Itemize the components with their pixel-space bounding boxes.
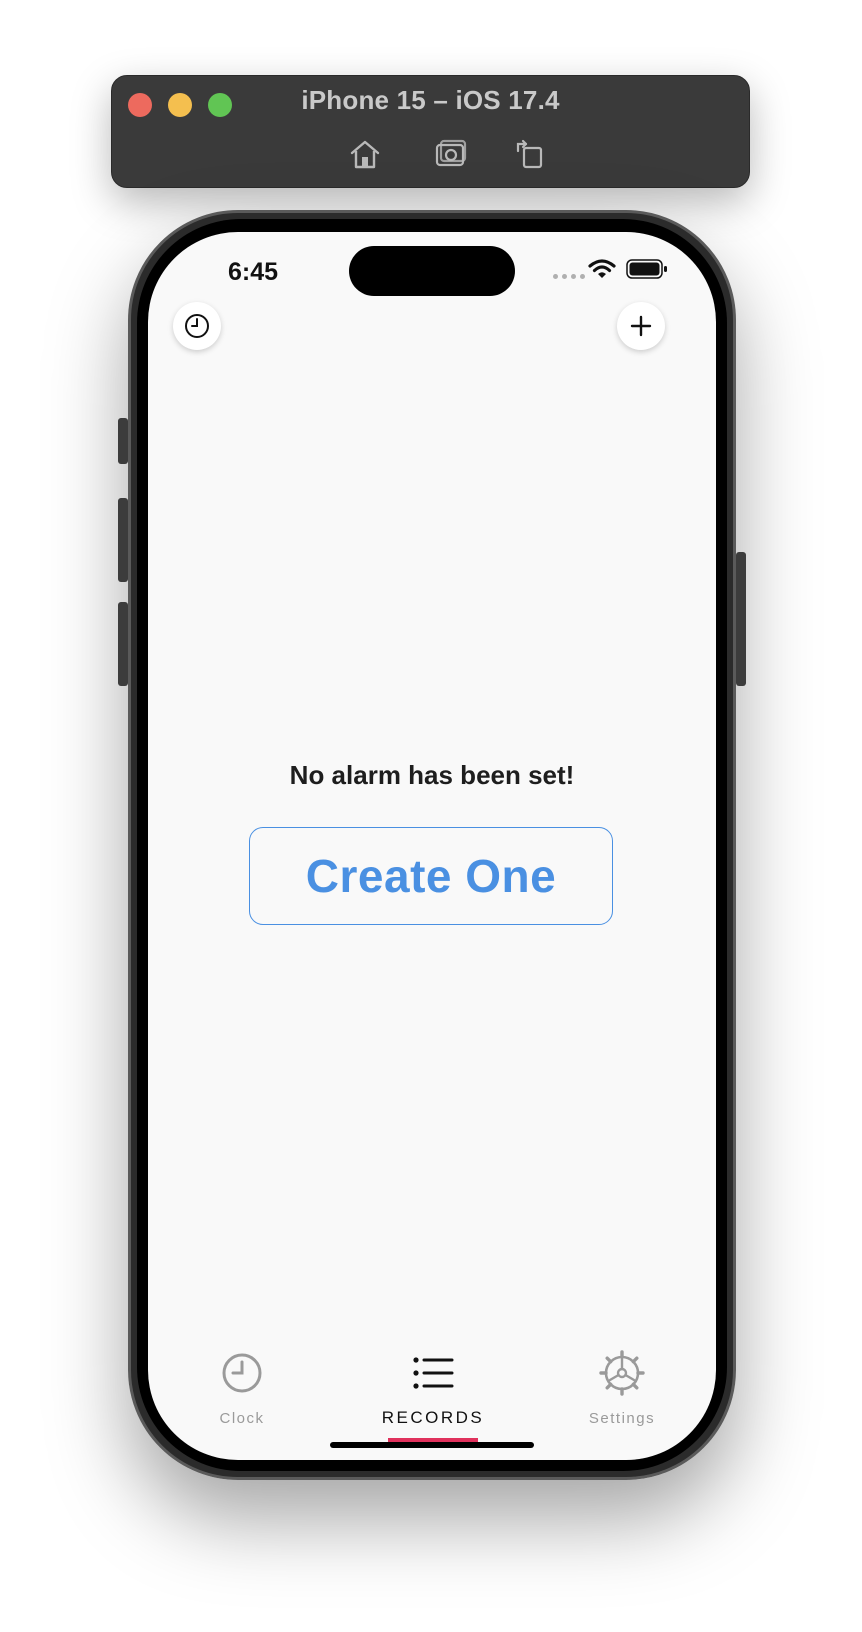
create-alarm-button[interactable]: Create One	[249, 827, 613, 925]
alarm-history-button[interactable]	[173, 302, 221, 350]
wifi-icon	[588, 259, 616, 278]
signal-dots-icon	[553, 274, 585, 279]
dynamic-island	[349, 246, 515, 296]
volume-down-button[interactable]	[118, 602, 128, 686]
volume-up-button[interactable]	[118, 498, 128, 582]
clock-icon	[222, 1353, 262, 1393]
empty-state-message: No alarm has been set!	[289, 760, 575, 790]
tab-label: RECORDS	[381, 1408, 485, 1427]
phone-screen: 6:45 No alarm has been set! Create One C…	[148, 232, 716, 1460]
plus-icon	[630, 315, 652, 337]
status-time: 6:45	[228, 258, 279, 286]
gear-icon	[599, 1350, 645, 1396]
home-button[interactable]	[345, 134, 385, 174]
simulator-toolbar	[112, 134, 749, 174]
clock-icon	[185, 314, 209, 338]
battery-icon	[626, 259, 667, 279]
tab-records[interactable]: RECORDS	[363, 1350, 503, 1428]
list-icon	[413, 1357, 454, 1389]
action-button[interactable]	[118, 418, 128, 464]
screenshot-icon	[435, 139, 467, 167]
power-button[interactable]	[736, 552, 746, 686]
add-alarm-button[interactable]	[617, 302, 665, 350]
window-title: iPhone 15 – iOS 17.4	[301, 85, 560, 115]
rotate-button[interactable]	[510, 134, 550, 174]
simulator-titlebar: iPhone 15 – iOS 17.4	[111, 75, 750, 188]
tab-clock[interactable]: Clock	[172, 1350, 312, 1427]
home-icon	[350, 140, 380, 169]
tab-label: Settings	[588, 1410, 656, 1427]
tab-label: Clock	[219, 1410, 265, 1427]
home-indicator[interactable]	[330, 1442, 534, 1448]
screenshot-button[interactable]	[431, 134, 471, 174]
rotate-icon	[516, 139, 543, 169]
tab-settings[interactable]: Settings	[552, 1350, 692, 1427]
